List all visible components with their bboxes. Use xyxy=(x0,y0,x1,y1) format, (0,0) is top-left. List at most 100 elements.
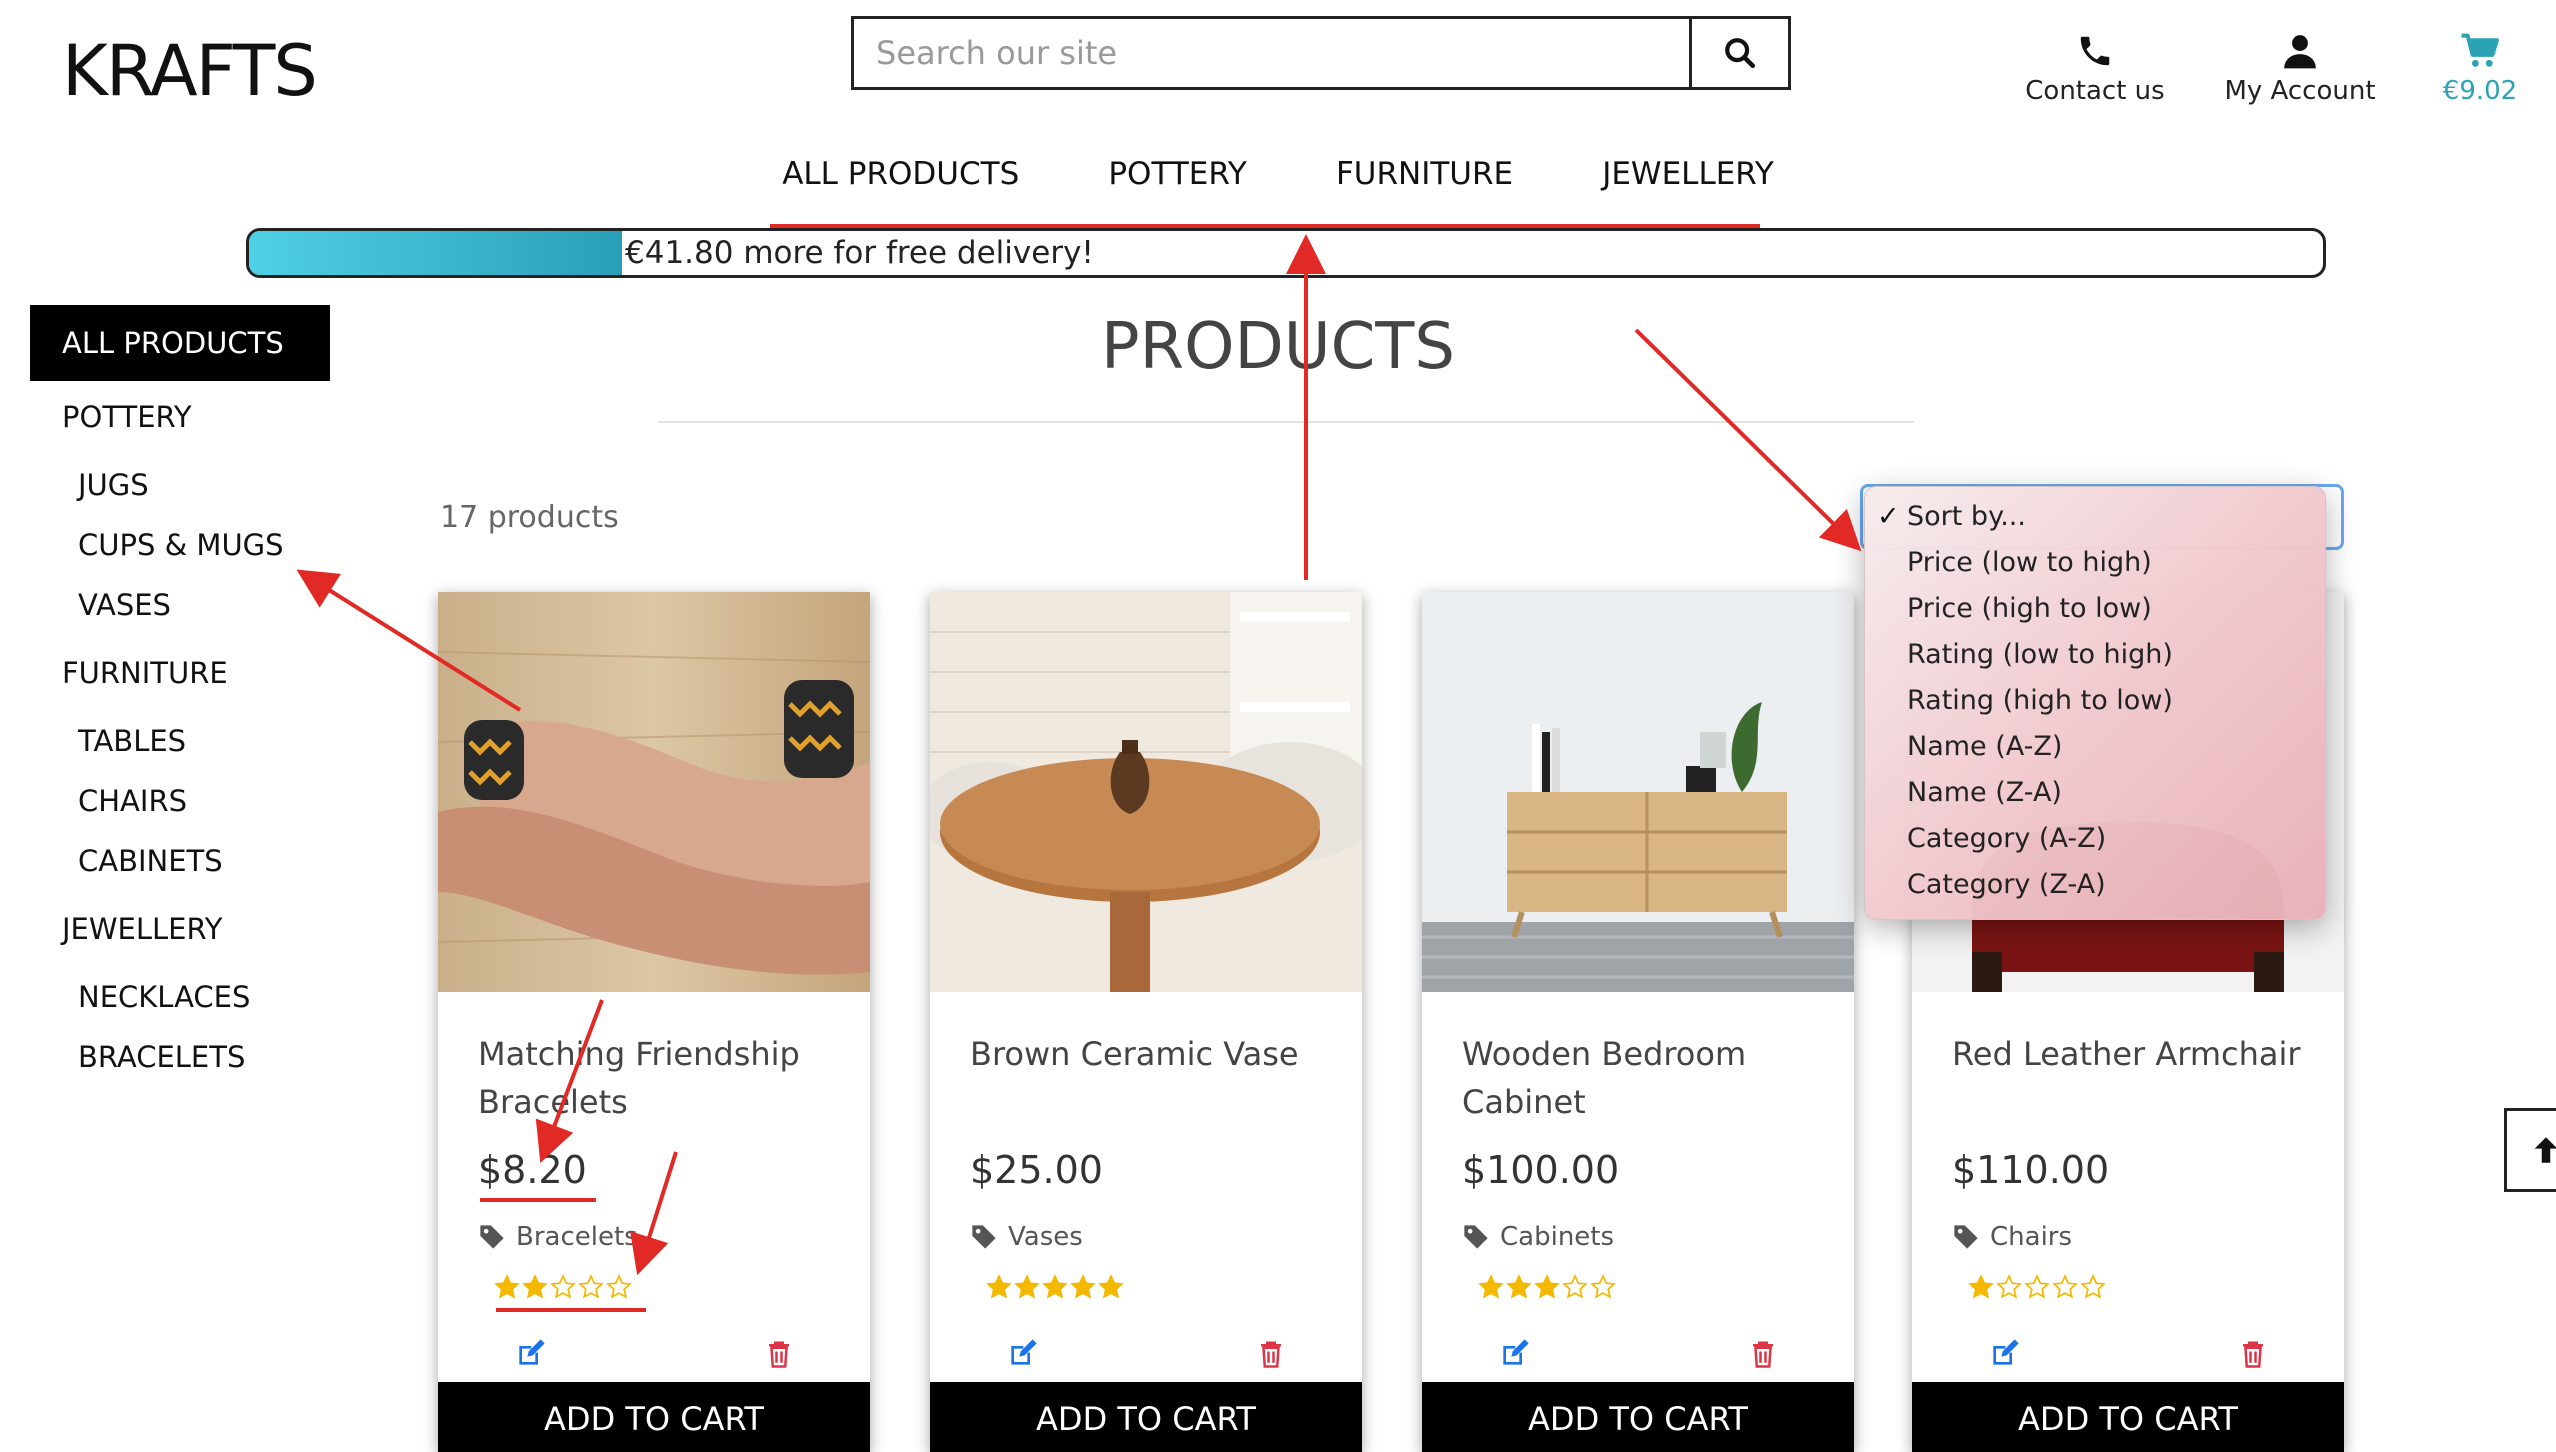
star-filled-icon xyxy=(1534,1274,1560,1299)
cart-link[interactable]: €9.02 xyxy=(2420,32,2540,106)
star-filled-icon xyxy=(1042,1274,1068,1299)
edit-icon[interactable] xyxy=(1006,1338,1038,1370)
nav-jewellery[interactable]: JEWELLERY xyxy=(1602,156,1774,192)
star-empty-icon xyxy=(1562,1274,1588,1299)
star-empty-icon xyxy=(1590,1274,1616,1299)
cart-icon xyxy=(2461,33,2499,67)
free-delivery-progress: €41.80 more for free delivery! xyxy=(246,228,2326,278)
product-price: $25.00 xyxy=(970,1148,1103,1192)
star-empty-icon xyxy=(2024,1274,2050,1299)
add-to-cart-button[interactable]: ADD TO CART xyxy=(1912,1382,2344,1452)
star-filled-icon xyxy=(1014,1274,1040,1299)
progress-fill xyxy=(249,231,623,275)
product-image xyxy=(930,592,1362,992)
sidebar-item-tables[interactable]: TABLES xyxy=(78,724,186,758)
check-icon: ✓ xyxy=(1877,501,1900,532)
star-filled-icon xyxy=(494,1274,520,1299)
product-name[interactable]: Red Leather Armchair xyxy=(1952,1030,2312,1078)
edit-icon[interactable] xyxy=(514,1338,546,1370)
star-filled-icon xyxy=(1070,1274,1096,1299)
sort-option-rating-desc[interactable]: Rating (high to low) xyxy=(1907,685,2173,716)
back-to-top-button[interactable] xyxy=(2504,1108,2556,1192)
search-button[interactable] xyxy=(1689,19,1788,87)
delete-icon[interactable] xyxy=(1748,1338,1778,1370)
account-link[interactable]: My Account xyxy=(2210,32,2390,106)
star-rating xyxy=(1478,1274,1616,1300)
edit-icon[interactable] xyxy=(1988,1338,2020,1370)
sidebar-item-jugs[interactable]: JUGS xyxy=(78,468,149,502)
star-empty-icon xyxy=(578,1274,604,1299)
sort-option-name-asc[interactable]: Name (A-Z) xyxy=(1907,731,2062,762)
product-card[interactable]: Wooden Bedroom Cabinet $100.00 Cabinets … xyxy=(1422,592,1854,1452)
sidebar-item-chairs[interactable]: CHAIRS xyxy=(78,784,187,818)
star-rating xyxy=(494,1274,632,1300)
product-category[interactable]: Chairs xyxy=(1952,1222,2072,1252)
product-name[interactable]: Wooden Bedroom Cabinet xyxy=(1462,1030,1822,1126)
sort-menu: ✓ Sort by... Price (low to high) Price (… xyxy=(1864,486,2326,920)
product-name[interactable]: Brown Ceramic Vase xyxy=(970,1030,1330,1078)
sidebar-item-vases[interactable]: VASES xyxy=(78,588,171,622)
product-card[interactable]: Brown Ceramic Vase $25.00 Vases ADD TO C… xyxy=(930,592,1362,1452)
product-image xyxy=(1422,592,1854,992)
sort-option-price-asc[interactable]: Price (low to high) xyxy=(1907,547,2152,578)
sidebar-item-cabinets[interactable]: CABINETS xyxy=(78,844,223,878)
contact-label: Contact us xyxy=(2025,76,2165,106)
category-label: Vases xyxy=(1008,1222,1083,1252)
edit-icon[interactable] xyxy=(1498,1338,1530,1370)
delete-icon[interactable] xyxy=(764,1338,794,1370)
sort-option-price-desc[interactable]: Price (high to low) xyxy=(1907,593,2152,624)
tag-icon xyxy=(1954,1225,1978,1249)
contact-link[interactable]: Contact us xyxy=(2010,32,2180,106)
product-category[interactable]: Vases xyxy=(970,1222,1083,1252)
category-label: Cabinets xyxy=(1500,1222,1615,1252)
delete-icon[interactable] xyxy=(2238,1338,2268,1370)
sidebar-pottery[interactable]: POTTERY xyxy=(62,400,192,434)
phone-icon xyxy=(2080,36,2110,66)
product-category[interactable]: Bracelets xyxy=(478,1222,638,1252)
star-empty-icon xyxy=(1996,1274,2022,1299)
product-price: $8.20 xyxy=(478,1148,587,1192)
sort-option-name-desc[interactable]: Name (Z-A) xyxy=(1907,777,2062,808)
delete-icon[interactable] xyxy=(1256,1338,1286,1370)
sort-option-rating-asc[interactable]: Rating (low to high) xyxy=(1907,639,2173,670)
main-nav: ALL PRODUCTS POTTERY FURNITURE JEWELLERY xyxy=(0,156,2556,192)
sidebar-furniture[interactable]: FURNITURE xyxy=(62,656,228,690)
sidebar-item-bracelets[interactable]: BRACELETS xyxy=(78,1040,245,1074)
nav-furniture[interactable]: FURNITURE xyxy=(1336,156,1513,192)
star-empty-icon xyxy=(2052,1274,2078,1299)
sidebar-item-cups-mugs[interactable]: CUPS & MUGS xyxy=(78,528,284,562)
star-filled-icon xyxy=(1968,1274,1994,1299)
star-filled-icon xyxy=(986,1274,1012,1299)
product-image xyxy=(438,592,870,992)
sort-option-category-asc[interactable]: Category (A-Z) xyxy=(1907,823,2106,854)
search-input[interactable] xyxy=(854,19,1689,87)
sidebar-jewellery[interactable]: JEWELLERY xyxy=(62,912,223,946)
nav-all-products[interactable]: ALL PRODUCTS xyxy=(782,156,1019,192)
star-empty-icon xyxy=(550,1274,576,1299)
page-title: PRODUCTS xyxy=(1101,310,1455,384)
category-label: Chairs xyxy=(1990,1222,2073,1252)
add-to-cart-button[interactable]: ADD TO CART xyxy=(1422,1382,1854,1452)
product-count: 17 products xyxy=(440,500,619,535)
progress-message: €41.80 more for free delivery! xyxy=(625,235,1094,271)
arrow-up-icon xyxy=(2534,1137,2556,1163)
star-filled-icon xyxy=(1478,1274,1504,1299)
star-rating xyxy=(1968,1274,2106,1300)
account-label: My Account xyxy=(2224,76,2376,106)
site-logo[interactable]: KRAFTS xyxy=(62,30,318,112)
category-label: Bracelets xyxy=(516,1222,638,1252)
sidebar-item-necklaces[interactable]: NECKLACES xyxy=(78,980,250,1014)
add-to-cart-button[interactable]: ADD TO CART xyxy=(438,1382,870,1452)
sort-option-default[interactable]: Sort by... xyxy=(1907,501,2026,532)
add-to-cart-button[interactable]: ADD TO CART xyxy=(930,1382,1362,1452)
tag-icon xyxy=(972,1225,996,1249)
product-name[interactable]: Matching Friendship Bracelets xyxy=(478,1030,838,1126)
title-divider xyxy=(658,421,1914,423)
tag-icon xyxy=(480,1225,504,1249)
nav-pottery[interactable]: POTTERY xyxy=(1108,156,1247,192)
search-bar xyxy=(851,16,1791,90)
product-category[interactable]: Cabinets xyxy=(1462,1222,1614,1252)
sort-option-category-desc[interactable]: Category (Z-A) xyxy=(1907,869,2106,900)
product-card[interactable]: Matching Friendship Bracelets $8.20 Brac… xyxy=(438,592,870,1452)
user-icon xyxy=(2284,35,2316,69)
